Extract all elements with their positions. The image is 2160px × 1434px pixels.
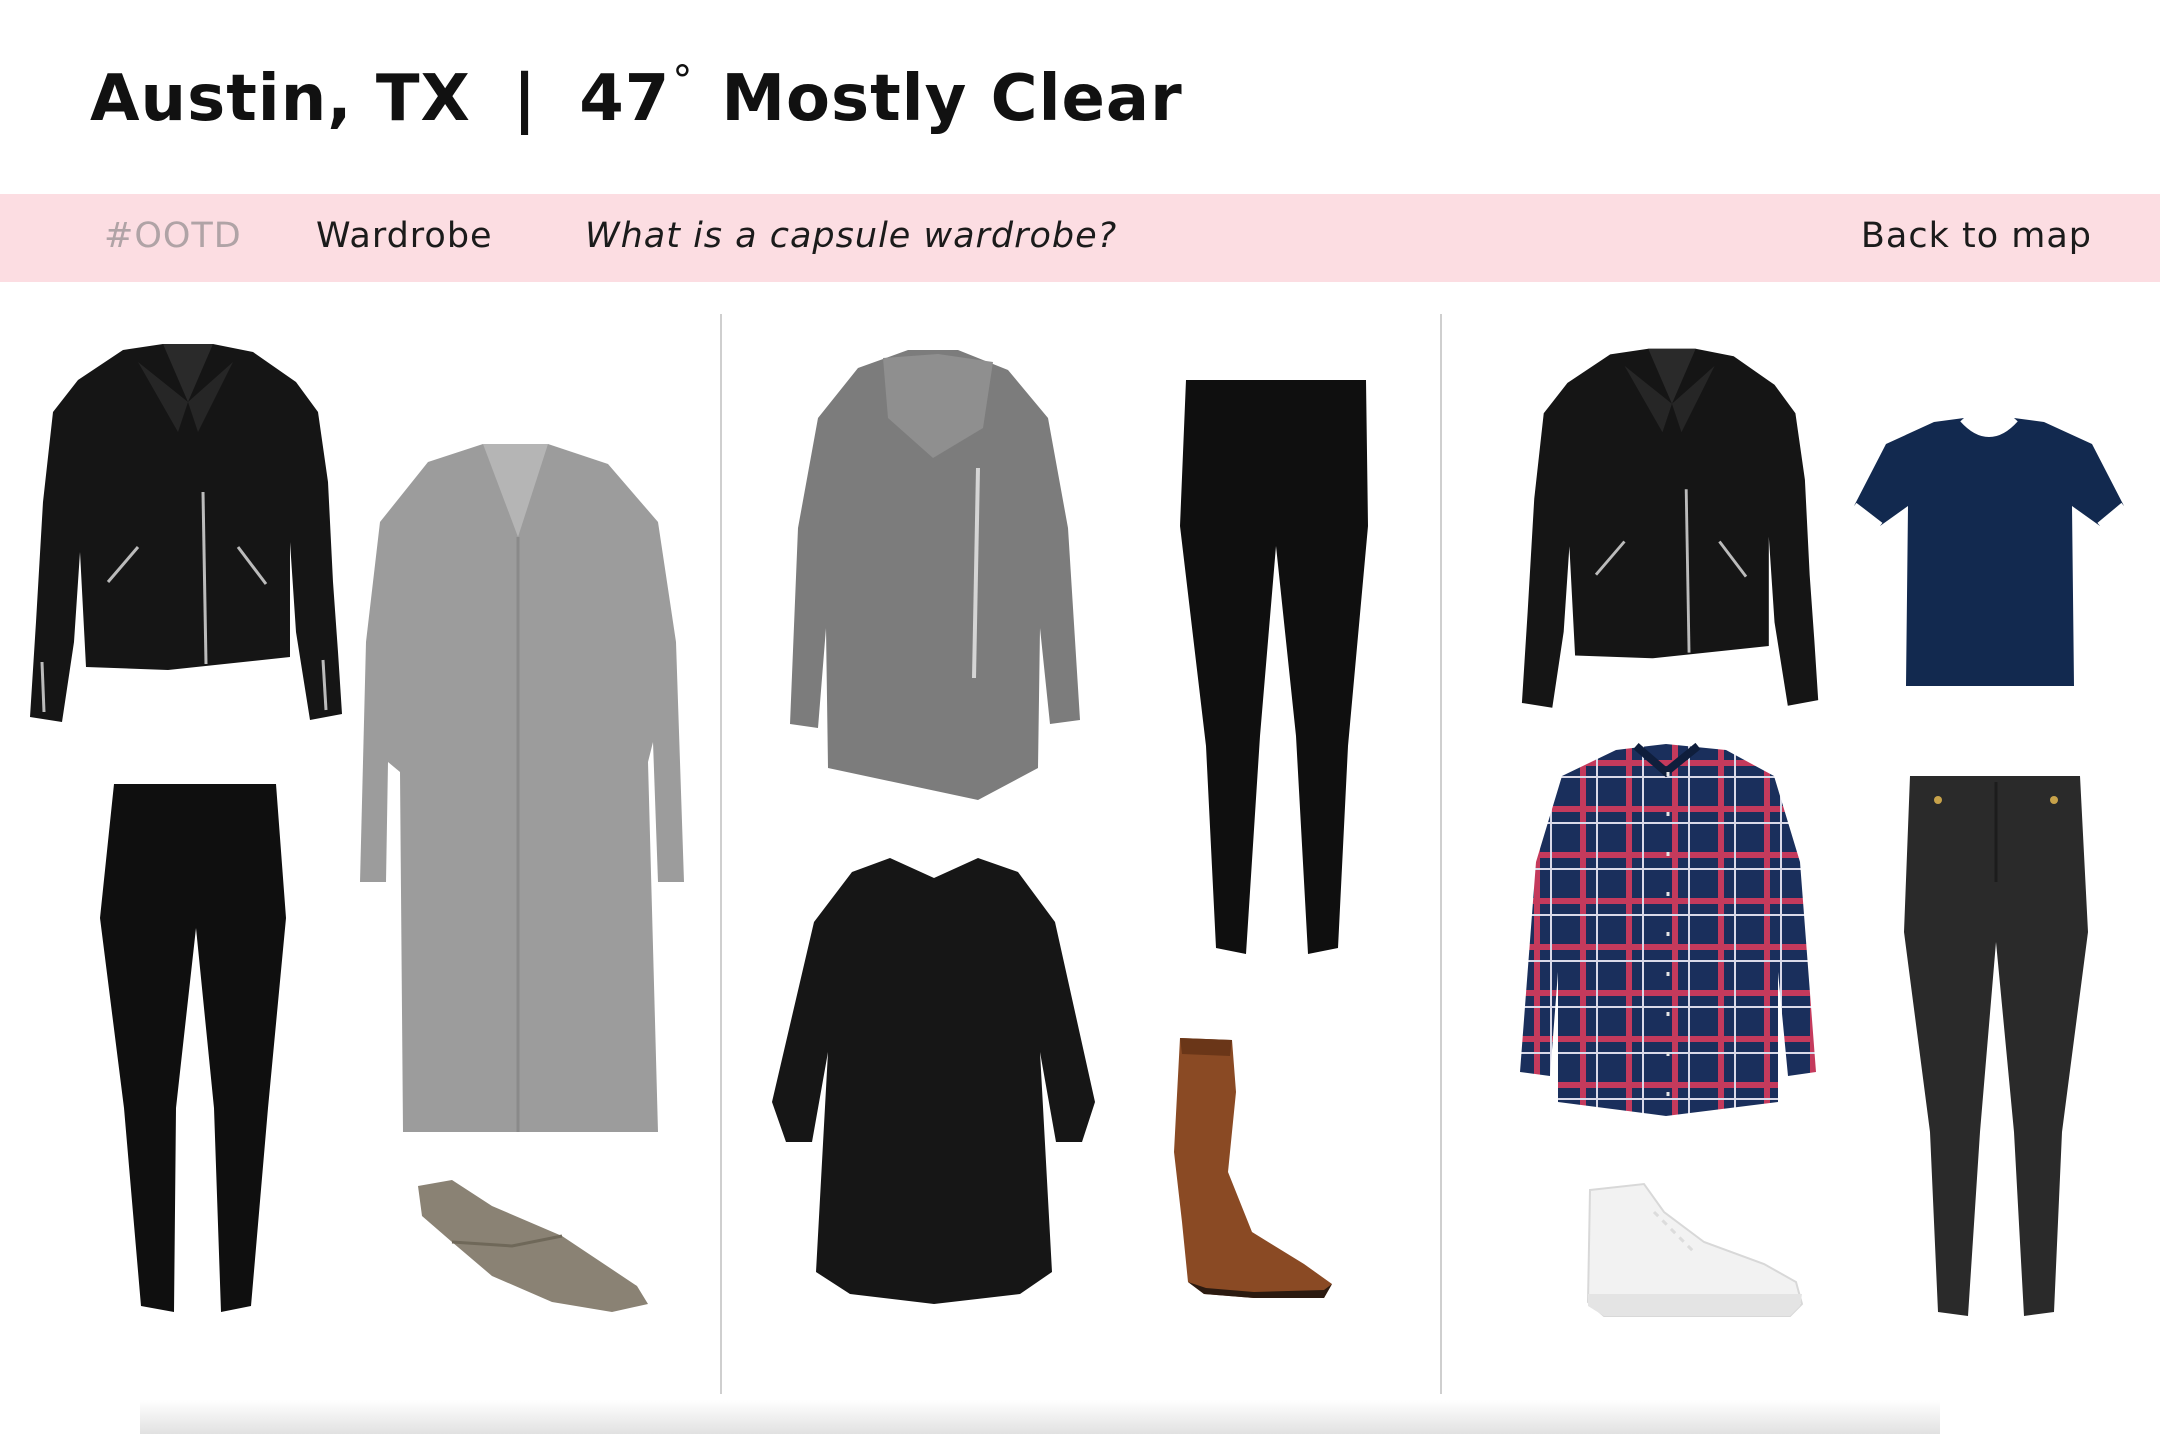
gray-boucle-cardigan-icon[interactable] — [788, 348, 1080, 800]
nav-capsule-link[interactable]: What is a capsule wardrobe? — [585, 216, 1117, 256]
black-leather-jacket-icon[interactable] — [28, 342, 346, 732]
taupe-flat-shoe-icon[interactable] — [412, 1176, 648, 1316]
temperature-value: 47° — [579, 58, 721, 136]
nav-ootd-link[interactable]: #OOTD — [104, 216, 242, 256]
temperature-number: 47 — [579, 62, 671, 136]
bottom-shadow — [140, 1400, 1940, 1434]
plaid-flannel-shirt-icon[interactable] — [1516, 742, 1822, 1116]
location-label: Austin, TX — [90, 62, 471, 136]
outfit-divider-2 — [1440, 314, 1442, 1394]
gray-long-cardigan-icon[interactable] — [358, 442, 684, 1132]
navy-ringer-tee-icon[interactable] — [1851, 414, 2127, 690]
page-header: Austin, TX | 47° Mostly Clear — [0, 0, 2160, 194]
brown-riding-boot-icon[interactable] — [1144, 1032, 1336, 1304]
outfit-grid — [0, 282, 2160, 1434]
nav-wardrobe-link[interactable]: Wardrobe — [316, 216, 493, 256]
back-to-map-link[interactable]: Back to map — [1861, 216, 2092, 256]
weather-title: Austin, TX | 47° Mostly Clear — [90, 58, 1183, 136]
outfit-divider-1 — [720, 314, 722, 1394]
weather-condition: Mostly Clear — [721, 62, 1183, 136]
white-sneaker-icon[interactable] — [1584, 1182, 1806, 1318]
title-separator: | — [512, 62, 538, 136]
black-skinny-jeans-icon[interactable] — [1898, 772, 2094, 1318]
nav-bar: #OOTD Wardrobe What is a capsule wardrob… — [0, 194, 2160, 282]
black-leggings-icon[interactable] — [1176, 376, 1376, 960]
black-leggings-icon[interactable] — [96, 778, 296, 1318]
degree-symbol: ° — [672, 58, 694, 104]
black-shift-dress-icon[interactable] — [770, 852, 1098, 1304]
black-leather-jacket-icon[interactable] — [1520, 342, 1822, 722]
